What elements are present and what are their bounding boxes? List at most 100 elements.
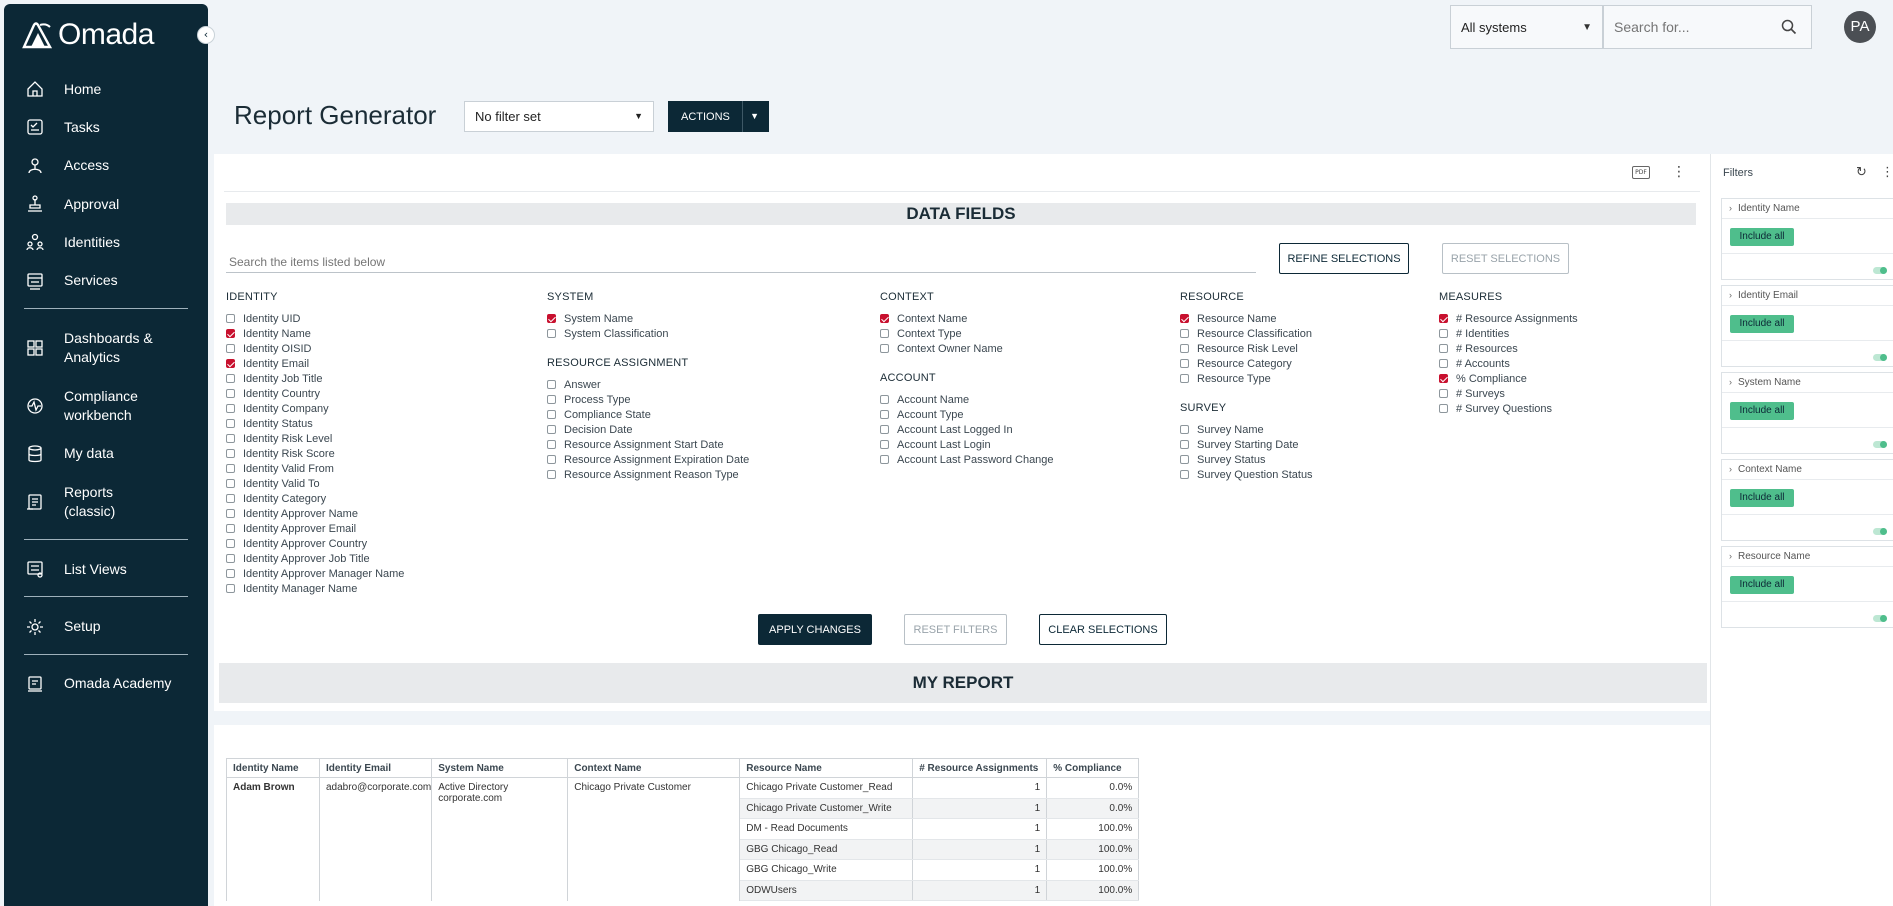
chevron-right-icon[interactable]: › <box>1729 551 1732 561</box>
field-checkbox-row[interactable]: Survey Status <box>1180 452 1313 467</box>
checkbox[interactable] <box>547 410 556 419</box>
refine-selections-button[interactable]: REFINE SELECTIONS <box>1279 243 1409 274</box>
field-checkbox-row[interactable]: Identity Approver Name <box>226 506 404 521</box>
field-checkbox-row[interactable]: # Resource Assignments <box>1439 311 1578 326</box>
sidebar-item-my-data[interactable]: My data <box>4 435 208 473</box>
pdf-icon[interactable]: PDF <box>1632 166 1650 179</box>
more-options-icon[interactable]: ⋮ <box>1672 165 1686 179</box>
filter-card-header[interactable]: › System Name <box>1722 373 1893 391</box>
sidebar-item-identities[interactable]: Identities <box>4 223 208 261</box>
field-checkbox-row[interactable]: Account Type <box>880 407 1054 422</box>
field-checkbox-row[interactable]: Account Name <box>880 392 1054 407</box>
include-all-button[interactable]: Include all <box>1730 228 1794 246</box>
checkbox[interactable] <box>1180 425 1189 434</box>
field-checkbox-row[interactable]: Decision Date <box>547 422 749 437</box>
checkbox[interactable] <box>880 425 889 434</box>
reset-filters-button[interactable]: RESET FILTERS <box>904 614 1007 645</box>
checkbox[interactable] <box>1439 389 1448 398</box>
sidebar-item-dashboards-analytics[interactable]: Dashboards & Analytics <box>4 319 208 377</box>
column-header[interactable]: # Resource Assignments <box>912 758 1048 778</box>
search-input[interactable] <box>1614 19 1764 35</box>
field-checkbox-row[interactable]: % Compliance <box>1439 371 1578 386</box>
checkbox[interactable] <box>226 569 235 578</box>
field-checkbox-row[interactable]: Identity Category <box>226 491 404 506</box>
field-checkbox-row[interactable]: Identity Approver Manager Name <box>226 566 404 581</box>
more-options-icon[interactable]: ⋮ <box>1881 165 1893 180</box>
field-checkbox-row[interactable]: Context Name <box>880 311 1054 326</box>
field-checkbox-row[interactable]: Identity Approver Country <box>226 536 404 551</box>
field-checkbox-row[interactable]: Identity Manager Name <box>226 581 404 596</box>
apply-changes-button[interactable]: APPLY CHANGES <box>758 614 872 645</box>
field-checkbox-row[interactable]: # Resources <box>1439 341 1578 356</box>
sidebar-item-approval[interactable]: Approval <box>4 185 208 223</box>
refresh-icon[interactable]: ↻ <box>1856 165 1867 180</box>
checkbox[interactable] <box>547 329 556 338</box>
sidebar-item-reports-classic[interactable]: Reports (classic) <box>4 473 208 531</box>
field-checkbox-row[interactable]: Account Last Logged In <box>880 422 1054 437</box>
field-checkbox-row[interactable]: Resource Risk Level <box>1180 341 1313 356</box>
column-header[interactable]: Context Name <box>567 758 741 778</box>
checkbox[interactable] <box>547 440 556 449</box>
checkbox[interactable] <box>226 554 235 563</box>
field-checkbox-row[interactable]: Identity UID <box>226 311 404 326</box>
field-checkbox-row[interactable]: Answer <box>547 377 749 392</box>
field-checkbox-row[interactable]: # Accounts <box>1439 356 1578 371</box>
checkbox[interactable] <box>226 539 235 548</box>
field-checkbox-row[interactable]: Identity Valid To <box>226 476 404 491</box>
field-checkbox-row[interactable]: Identity Risk Level <box>226 431 404 446</box>
checkbox[interactable] <box>547 425 556 434</box>
field-checkbox-row[interactable]: Compliance State <box>547 407 749 422</box>
column-header[interactable]: Identity Email <box>318 758 433 778</box>
sidebar-item-access[interactable]: Access <box>4 147 208 185</box>
checkbox[interactable] <box>226 524 235 533</box>
filter-toggle[interactable] <box>1873 615 1887 622</box>
filter-toggle[interactable] <box>1873 528 1887 535</box>
include-all-button[interactable]: Include all <box>1730 576 1794 594</box>
actions-button[interactable]: ACTIONS ▼ <box>668 101 769 132</box>
field-checkbox-row[interactable]: Resource Classification <box>1180 326 1313 341</box>
field-checkbox-row[interactable]: Identity Risk Score <box>226 446 404 461</box>
reset-selections-button[interactable]: RESET SELECTIONS <box>1442 243 1569 274</box>
field-checkbox-row[interactable]: Resource Category <box>1180 356 1313 371</box>
chevron-right-icon[interactable]: › <box>1729 377 1732 387</box>
sidebar-item-list-views[interactable]: List Views <box>4 550 208 588</box>
checkbox-checked[interactable] <box>1180 314 1189 323</box>
search-icon[interactable] <box>1781 19 1797 35</box>
checkbox[interactable] <box>226 419 235 428</box>
checkbox-checked[interactable] <box>226 329 235 338</box>
column-header[interactable]: % Compliance <box>1046 758 1140 778</box>
field-checkbox-row[interactable]: Identity Status <box>226 416 404 431</box>
field-checkbox-row[interactable]: Identity Country <box>226 386 404 401</box>
checkbox[interactable] <box>880 344 889 353</box>
checkbox-checked[interactable] <box>1439 374 1448 383</box>
column-header[interactable]: System Name <box>431 758 569 778</box>
filter-card-header[interactable]: › Resource Name <box>1722 547 1893 565</box>
checkbox[interactable] <box>1180 455 1189 464</box>
sidebar-item-omada-academy[interactable]: Omada Academy <box>4 665 208 703</box>
sidebar-item-home[interactable]: Home <box>4 70 208 108</box>
checkbox[interactable] <box>226 374 235 383</box>
checkbox[interactable] <box>547 395 556 404</box>
field-checkbox-row[interactable]: # Surveys <box>1439 386 1578 401</box>
checkbox[interactable] <box>226 509 235 518</box>
field-checkbox-row[interactable]: Identity Approver Email <box>226 521 404 536</box>
checkbox[interactable] <box>1439 344 1448 353</box>
checkbox[interactable] <box>1439 404 1448 413</box>
checkbox[interactable] <box>226 584 235 593</box>
checkbox[interactable] <box>880 455 889 464</box>
filter-toggle[interactable] <box>1873 354 1887 361</box>
checkbox[interactable] <box>226 434 235 443</box>
field-checkbox-row[interactable]: Identity OISID <box>226 341 404 356</box>
omada-logo[interactable]: Omada <box>22 18 154 52</box>
filter-card-header[interactable]: › Identity Name <box>1722 199 1893 217</box>
checkbox[interactable] <box>1180 470 1189 479</box>
column-header[interactable]: Resource Name <box>739 758 914 778</box>
checkbox[interactable] <box>880 329 889 338</box>
field-checkbox-row[interactable]: Account Last Login <box>880 437 1054 452</box>
field-checkbox-row[interactable]: Identity Job Title <box>226 371 404 386</box>
checkbox[interactable] <box>1180 329 1189 338</box>
checkbox[interactable] <box>226 404 235 413</box>
field-checkbox-row[interactable]: # Identities <box>1439 326 1578 341</box>
field-checkbox-row[interactable]: Identity Company <box>226 401 404 416</box>
field-checkbox-row[interactable]: Resource Type <box>1180 371 1313 386</box>
